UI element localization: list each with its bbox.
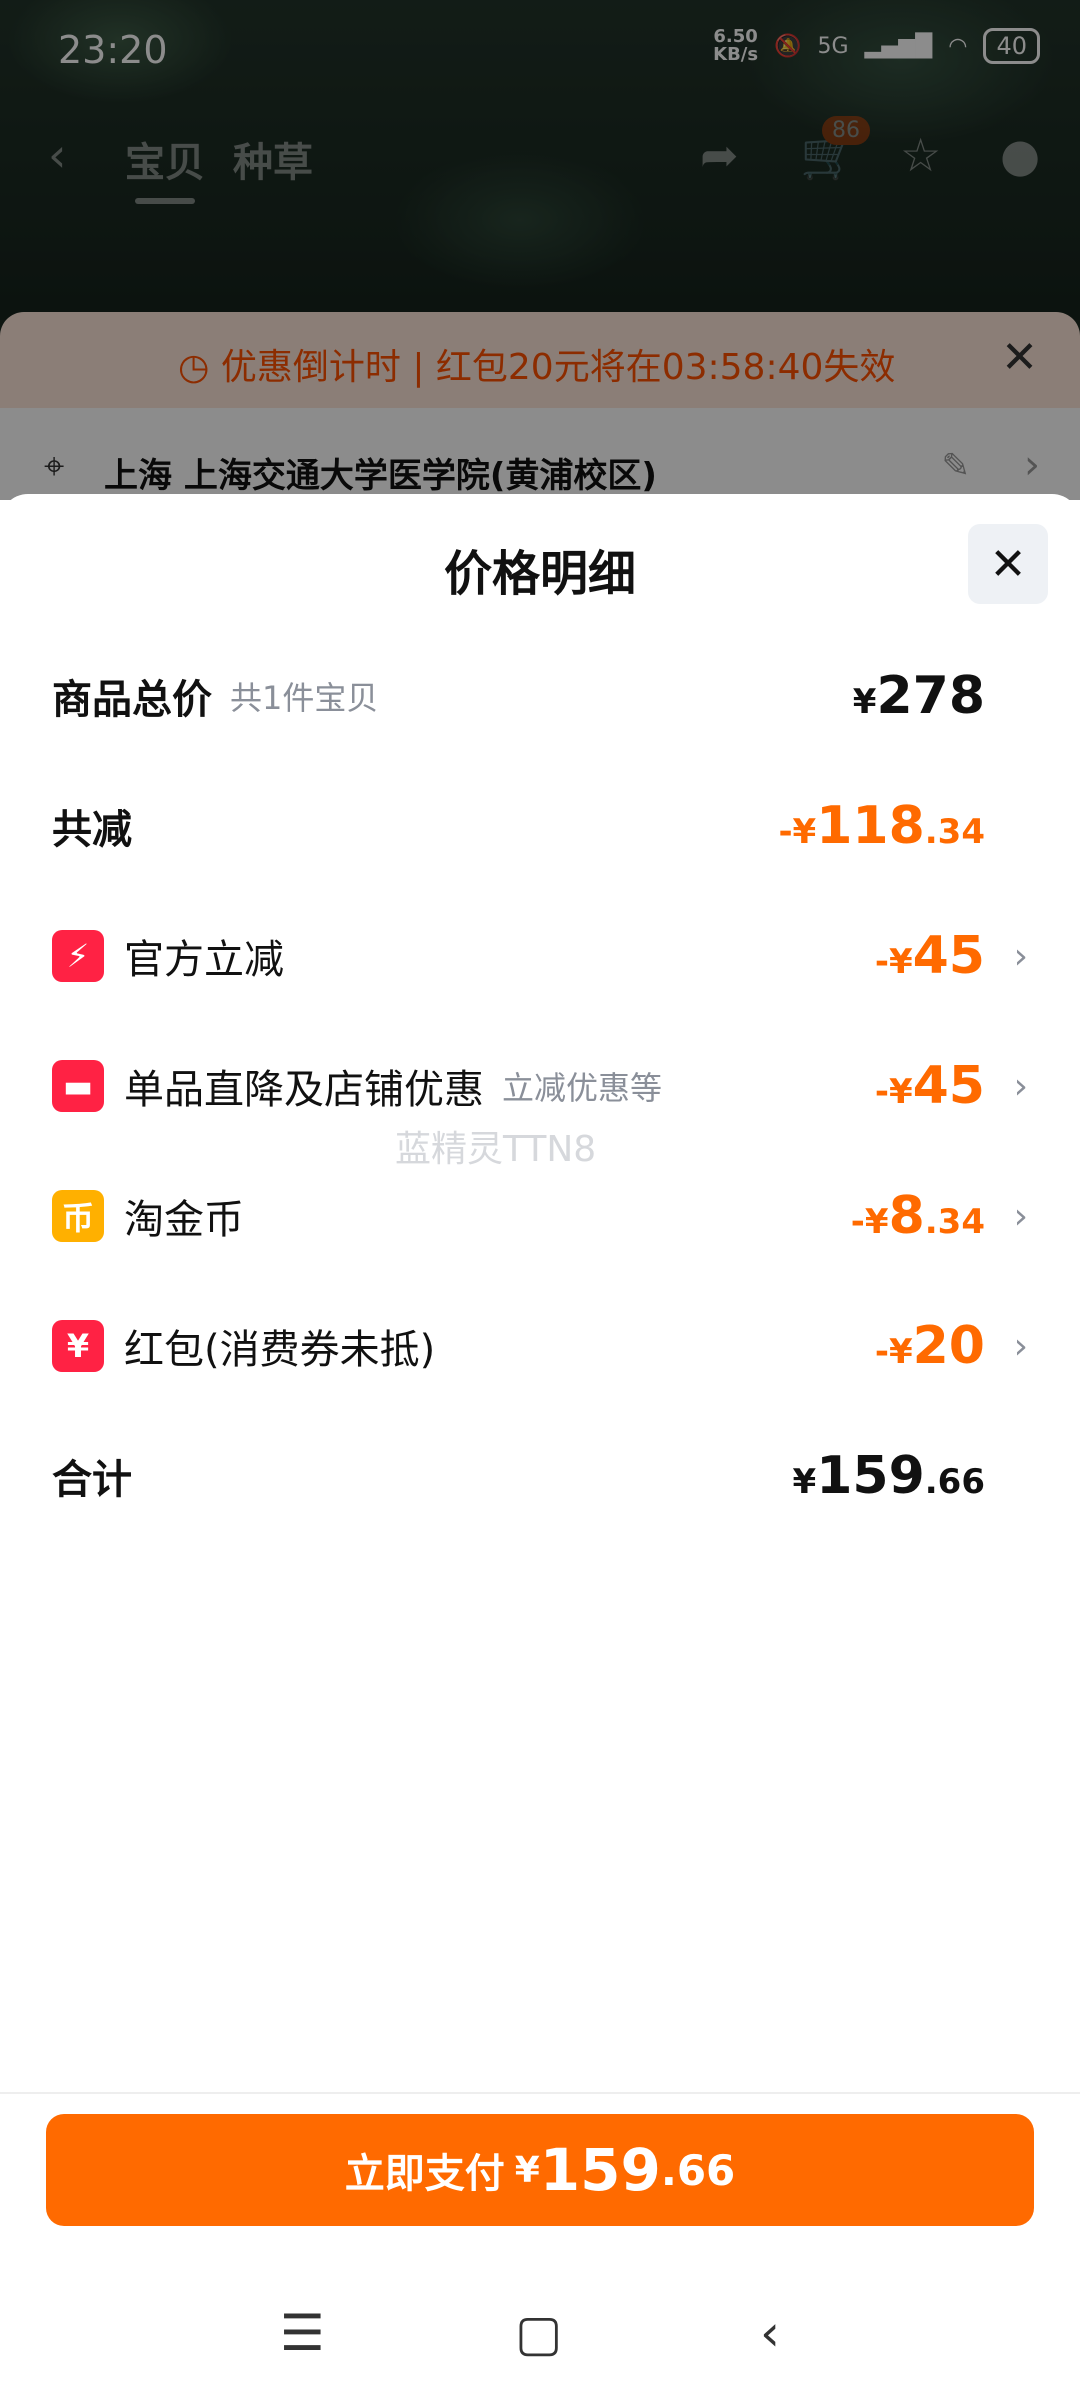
row-store-discount[interactable]: ▬ 单品直降及店铺优惠 立减优惠等 -¥45 ›: [52, 1046, 1028, 1126]
chevron-right-icon: ›: [1013, 1195, 1028, 1237]
row-amount: -¥45: [874, 1056, 985, 1116]
sheet-close-button[interactable]: ✕: [968, 524, 1048, 604]
pay-yen: ¥: [514, 2149, 540, 2191]
row-label: 单品直降及店铺优惠: [124, 1067, 484, 1113]
row-amount: -¥45: [874, 926, 985, 986]
back-nav-icon[interactable]: ‹: [760, 2304, 780, 2362]
sheet-title: 价格明细: [443, 546, 636, 602]
system-nav-bar: ☰ ▢ ‹: [0, 2290, 1080, 2380]
row-amount: ¥278: [852, 666, 985, 726]
row-label: 官方立减: [124, 937, 284, 983]
row-red-packet[interactable]: ¥ 红包(消费券未抵) -¥20 ›: [52, 1306, 1028, 1386]
row-label: 商品总价: [52, 677, 212, 723]
chevron-right-icon: ›: [1013, 1325, 1028, 1367]
chevron-right-icon: ›: [1013, 1065, 1028, 1107]
row-amount: ¥159.66: [792, 1446, 985, 1506]
row-amount: -¥8.34: [850, 1186, 985, 1246]
row-label: 共减: [52, 807, 132, 853]
close-icon: ✕: [989, 538, 1027, 590]
row-sub: 立减优惠等: [502, 1069, 663, 1107]
row-amount: -¥118.34: [778, 796, 985, 856]
row-sub: 共1件宝贝: [230, 679, 379, 717]
coin-icon: 币: [52, 1190, 104, 1242]
row-total-discount: 共减 -¥118.34: [52, 786, 1028, 866]
row-label: 红包(消费券未抵): [124, 1327, 436, 1373]
red-packet-icon: ¥: [52, 1320, 104, 1372]
dim-overlay[interactable]: [0, 0, 1080, 500]
lightning-icon: ⚡: [52, 930, 104, 982]
pay-now-button[interactable]: 立即支付 ¥159.66: [46, 2114, 1034, 2226]
chevron-right-icon: ›: [1013, 935, 1028, 977]
home-icon[interactable]: ▢: [515, 2304, 562, 2362]
row-label: 淘金币: [124, 1197, 244, 1243]
pay-label: 立即支付: [344, 2151, 505, 2197]
store-icon: ▬: [52, 1060, 104, 1112]
pay-int: 159: [539, 2136, 661, 2204]
row-taobao-coin[interactable]: 币 淘金币 -¥8.34 ›: [52, 1176, 1028, 1256]
pay-dec: .66: [660, 2145, 736, 2195]
watermark: 蓝精灵TTN8: [395, 1129, 597, 1170]
row-label: 合计: [52, 1457, 132, 1503]
row-goods-total: 商品总价 共1件宝贝 ¥278: [52, 656, 1028, 736]
row-official-discount[interactable]: ⚡ 官方立减 -¥45 ›: [52, 916, 1028, 996]
divider: [0, 2092, 1080, 2094]
row-amount: -¥20: [874, 1316, 985, 1376]
row-total: 合计 ¥159.66: [52, 1436, 1028, 1516]
menu-icon[interactable]: ☰: [280, 2304, 325, 2362]
